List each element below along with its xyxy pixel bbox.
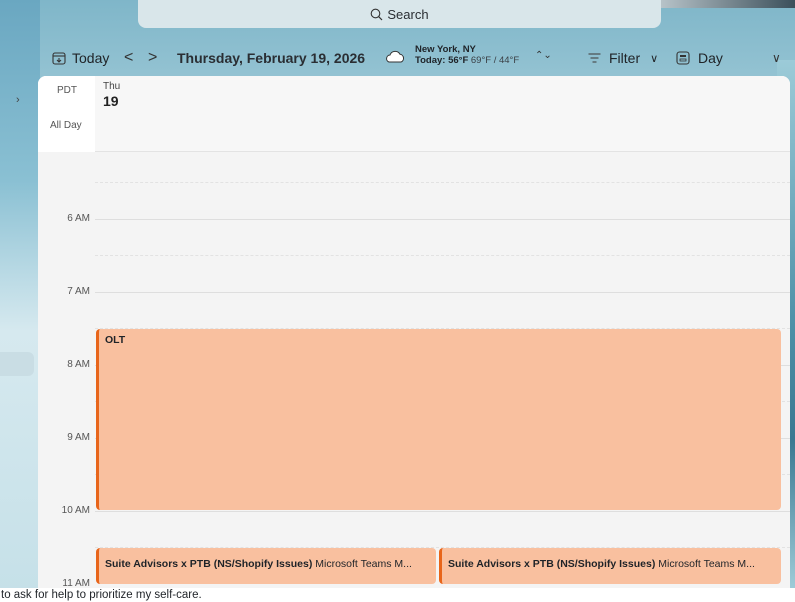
- half-hour-line: [95, 255, 790, 256]
- calendar-event[interactable]: Suite Advisors x PTB (NS/Shopify Issues)…: [439, 548, 781, 584]
- today-button[interactable]: Today: [52, 50, 109, 66]
- today-label: Today: [72, 50, 110, 66]
- timezone-label: PDT: [57, 85, 77, 96]
- hour-line: [95, 219, 790, 220]
- filter-label: Filter: [609, 50, 641, 66]
- chevron-right-icon[interactable]: ›: [16, 94, 20, 106]
- current-date-label: Thursday, February 19, 2026: [177, 50, 366, 66]
- hour-label: 7 AM: [67, 286, 90, 297]
- background-left: [0, 0, 40, 602]
- view-selector[interactable]: Day: [676, 50, 723, 66]
- day-view-icon: [676, 51, 690, 65]
- search-icon: [371, 8, 383, 20]
- hour-label: 9 AM: [67, 432, 90, 443]
- chevron-updown-icon[interactable]: ⌃⌄: [535, 50, 552, 61]
- sidebar-selected-item[interactable]: [0, 352, 34, 376]
- view-label: Day: [698, 50, 723, 66]
- calendar-toolbar: Today < > Thursday, February 19, 2026 Ne…: [0, 42, 795, 74]
- chevron-down-icon: ∨: [650, 52, 659, 65]
- all-day-label: All Day: [50, 120, 82, 131]
- hour-line: [95, 511, 790, 512]
- hour-label: 8 AM: [67, 359, 90, 370]
- filter-button[interactable]: Filter ∨: [588, 50, 658, 66]
- previous-day-button[interactable]: <: [124, 49, 133, 67]
- event-location: Microsoft Teams M...: [315, 558, 412, 570]
- hour-label: 6 AM: [67, 213, 90, 224]
- weather-widget[interactable]: New York, NY Today: 56°F 69°F / 44°F: [415, 44, 519, 66]
- search-placeholder: Search: [387, 6, 429, 22]
- calendar-event[interactable]: OLT: [96, 329, 781, 510]
- event-title: Suite Advisors x PTB (NS/Shopify Issues): [105, 558, 313, 570]
- next-day-button[interactable]: >: [148, 49, 157, 67]
- weather-hilo: 69°F / 44°F: [470, 55, 520, 66]
- calendar-day-panel: PDT All Day Thu 19 6 AM 7 AM 8 AM 9 AM 1…: [38, 76, 790, 588]
- day-of-week: Thu: [103, 81, 121, 92]
- event-title: OLT: [105, 334, 126, 346]
- weather-today: Today: 56°F: [415, 55, 469, 66]
- day-number: 19: [103, 93, 119, 109]
- weather-city: New York, NY: [415, 44, 476, 55]
- event-location: Microsoft Teams M...: [658, 558, 755, 570]
- event-title: Suite Advisors x PTB (NS/Shopify Issues): [448, 558, 656, 570]
- hour-line: [95, 292, 790, 293]
- calendar-event[interactable]: Suite Advisors x PTB (NS/Shopify Issues)…: [96, 548, 436, 584]
- hour-label: 11 AM: [62, 578, 90, 588]
- day-header[interactable]: [95, 76, 790, 152]
- toolbar-more-chevron-icon[interactable]: ∨: [772, 51, 781, 65]
- filter-icon: [588, 53, 601, 63]
- hour-label: 10 AM: [61, 505, 90, 516]
- background-text: to ask for help to prioritize my self-ca…: [0, 588, 795, 602]
- weather-temps: Today: 56°F 69°F / 44°F: [415, 55, 519, 66]
- cloud-icon: [384, 50, 406, 64]
- calendar-today-icon: [52, 52, 66, 65]
- search-bar[interactable]: Search: [138, 0, 661, 28]
- half-hour-line: [95, 182, 790, 183]
